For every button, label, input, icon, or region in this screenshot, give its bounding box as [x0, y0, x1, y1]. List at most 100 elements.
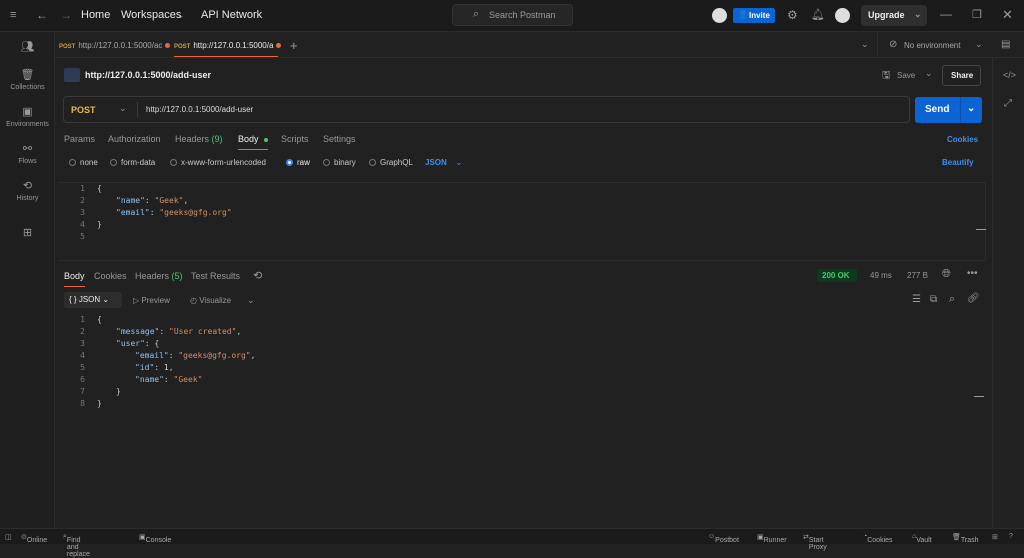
radio-binary[interactable]: binary	[323, 158, 356, 167]
gear-icon[interactable]: ⚙	[787, 8, 798, 22]
response-format-select[interactable]: { } JSON ⌄	[64, 292, 122, 308]
share-button[interactable]: Share	[942, 65, 981, 86]
globe-icon[interactable]: 🌐︎	[942, 268, 951, 281]
beautify-button[interactable]: Beautify	[942, 158, 974, 167]
chevron-down-icon[interactable]: ⌄	[455, 157, 463, 168]
resize-handle[interactable]	[974, 396, 984, 397]
help-icon[interactable]: ?	[1009, 533, 1013, 540]
radio-x-www-form-urlencoded[interactable]: x-www-form-urlencoded	[170, 158, 266, 167]
chevron-down-icon[interactable]: ⌄	[975, 39, 983, 50]
chevron-down-icon[interactable]: ⌄	[925, 68, 933, 79]
chevron-down-icon[interactable]: ⌄	[967, 103, 975, 114]
find-replace-button[interactable]: ⌕ Find and replace	[63, 533, 90, 558]
method-select[interactable]: POST	[71, 105, 96, 115]
chevron-down-icon[interactable]: ⌄	[914, 9, 922, 20]
copy-icon[interactable]: ⧉	[930, 294, 937, 305]
send-button[interactable]: Send ⌄	[915, 97, 982, 123]
tab-scripts[interactable]: Scripts	[281, 134, 309, 144]
minimize-icon[interactable]: —	[940, 7, 952, 21]
request-body-editor[interactable]: 1 {2 "name": "Geek", 3 "email": "geeks@gfg.o…	[58, 182, 986, 261]
save-icon: 🖫	[882, 70, 891, 81]
toggle-sidebar-icon[interactable]: ◫	[5, 533, 12, 541]
response-body-viewer[interactable]: 1 {2 "message": "User created", 3 "user": {4…	[58, 313, 986, 523]
back-arrow-icon[interactable]: ←	[36, 8, 48, 22]
home-link[interactable]: Home	[81, 9, 110, 21]
chevron-down-icon[interactable]: ⌄	[861, 39, 869, 50]
radio-none[interactable]: none	[69, 158, 98, 167]
tab-authorization[interactable]: Authorization	[108, 134, 161, 144]
chevron-down-icon[interactable]: ⌄	[177, 10, 185, 21]
search-icon[interactable]: ⌕	[949, 293, 955, 306]
preview-button[interactable]: ▷ Preview	[133, 296, 170, 305]
invite-button[interactable]: 👤 Invite	[733, 8, 775, 23]
start-proxy-button[interactable]: ⇄ Start Proxy	[803, 533, 827, 551]
tab-settings[interactable]: Settings	[323, 134, 356, 144]
cookies-link[interactable]: Cookies	[947, 135, 978, 144]
search-input[interactable]: ⌕ Search Postman	[452, 4, 573, 26]
radio-form-data[interactable]: form-data	[110, 158, 155, 167]
related-icon[interactable]: ⤢	[1004, 98, 1012, 109]
team-icon[interactable]: 👥︎	[0, 40, 55, 56]
url-input[interactable]: http://127.0.0.1:5000/add-user	[146, 105, 253, 114]
tab-headers[interactable]: Headers (9)	[175, 134, 223, 144]
add-workbench-icon[interactable]: ⊞	[0, 226, 55, 242]
api-network-link[interactable]: API Network	[201, 9, 262, 21]
cookies-button[interactable]: ◔ Cookies	[863, 533, 893, 544]
runner-button[interactable]: ▣ Runner	[757, 533, 787, 544]
search-icon: ⌕	[473, 8, 480, 20]
environment-quick-look-icon[interactable]: ▤	[1001, 39, 1010, 50]
wrap-lines-icon[interactable]: ☰	[912, 294, 921, 305]
radio-graphql[interactable]: GraphQL	[369, 158, 413, 167]
online-status[interactable]: ⊙ Online	[21, 533, 47, 544]
format-select[interactable]: JSON	[425, 158, 447, 167]
bell-icon[interactable]: 🔔︎	[811, 8, 825, 21]
plus-icon[interactable]: +	[290, 38, 298, 53]
more-icon[interactable]: •••	[967, 268, 978, 279]
code-icon[interactable]: </>	[1003, 70, 1016, 80]
save-button[interactable]: Save	[897, 71, 915, 80]
workspaces-menu[interactable]: Workspaces	[121, 9, 181, 21]
forward-arrow-icon[interactable]: →	[60, 8, 72, 22]
chevron-down-icon[interactable]: ⌄	[247, 295, 255, 306]
tab-response-cookies[interactable]: Cookies	[94, 271, 127, 281]
vault-button[interactable]: ⌂ Vault	[912, 533, 932, 544]
layout-icon[interactable]: ⊞	[992, 533, 998, 541]
upgrade-button[interactable]: Upgrade ⌄	[861, 5, 927, 26]
environment-selector[interactable]: No environment	[904, 41, 960, 50]
json-punctuation: ,	[183, 196, 189, 205]
chevron-down-icon[interactable]: ⌄	[119, 103, 127, 114]
sidebar-item-history[interactable]: ⟲ History	[0, 179, 55, 202]
resize-handle[interactable]	[976, 229, 986, 230]
tab-test-results[interactable]: Test Results	[191, 271, 240, 281]
tab-response-headers[interactable]: Headers (5)	[135, 271, 183, 281]
trash-button[interactable]: 🗑︎ Trash	[952, 533, 979, 544]
tab-response-body[interactable]: Body	[64, 271, 85, 287]
sidebar-item-collections[interactable]: 🗑︎ Collections	[0, 68, 55, 91]
line-number: 2	[80, 327, 85, 336]
link-icon[interactable]: 🔗︎	[967, 293, 980, 304]
close-icon[interactable]: ✕	[1002, 7, 1013, 23]
radio-raw[interactable]: raw	[286, 158, 310, 167]
sidebar-item-environments[interactable]: ▣ Environments	[0, 105, 55, 128]
console-button[interactable]: ▣ Console	[139, 533, 171, 544]
json-string: "Geek"	[154, 196, 184, 205]
code-line: "email": "geeks@gfg.org"	[116, 207, 232, 219]
menu-icon[interactable]: ≡	[10, 9, 16, 21]
restore-icon[interactable]: ❐	[972, 8, 982, 21]
visualize-icon: ◴	[190, 296, 197, 305]
request-title: http://127.0.0.1:5000/add-user	[85, 70, 212, 80]
json-key: "id"	[135, 363, 155, 372]
postbot-button[interactable]: ☺ Postbot	[708, 533, 739, 544]
tab-request-1[interactable]: POST http://127.0.0.1:5000/ac	[59, 41, 171, 50]
visualize-button[interactable]: ◴ Visualize	[190, 296, 231, 305]
tab-params[interactable]: Params	[64, 134, 95, 144]
sidebar-item-flows[interactable]: ⚯ Flows	[0, 142, 55, 165]
postbot-avatar-icon[interactable]	[712, 8, 727, 23]
tab-body[interactable]: Body	[238, 134, 269, 150]
avatar[interactable]	[835, 8, 850, 23]
json-string: "geeks@gfg.org"	[178, 351, 251, 360]
history-icon[interactable]: ⟲	[253, 269, 262, 282]
code-line: }	[97, 219, 102, 231]
tab-request-2[interactable]: POST http://127.0.0.1:5000/a	[174, 41, 282, 50]
line-number: 1	[80, 315, 85, 324]
